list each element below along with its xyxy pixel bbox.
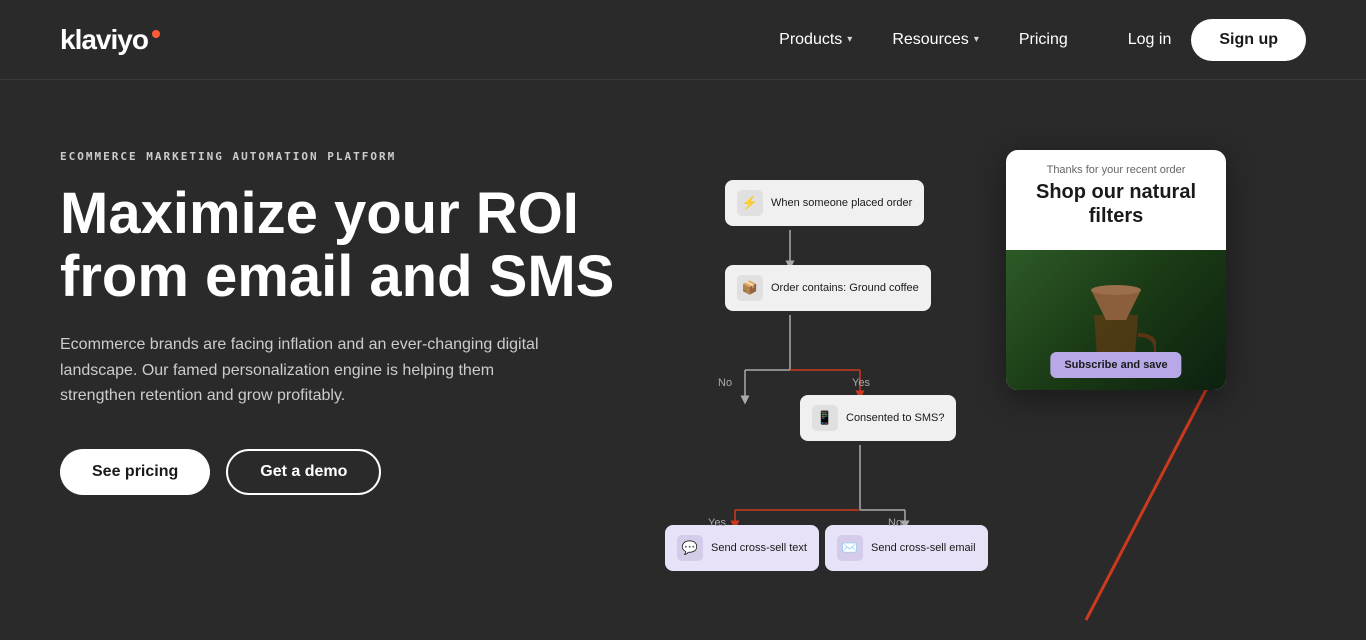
login-button[interactable]: Log in: [1128, 31, 1172, 49]
flow-diagram: ⚡ When someone placed order 📦 Order cont…: [660, 150, 1040, 640]
nav-products[interactable]: Products ▾: [779, 31, 852, 49]
node3-text: Consented to SMS?: [846, 411, 944, 425]
text-icon: 💬: [677, 535, 703, 561]
email-thanks-text: Thanks for your recent order: [1022, 164, 1210, 176]
nav-resources[interactable]: Resources ▾: [892, 31, 979, 49]
flow-node-3: 📱 Consented to SMS?: [800, 395, 956, 441]
label-no-2: No: [888, 517, 902, 529]
email-preview-card: Thanks for your recent order Shop our na…: [1006, 150, 1226, 390]
navigation: klaviyo Products ▾ Resources ▾ Pricing L…: [0, 0, 1366, 80]
email-card-title: Shop our natural filters: [1022, 180, 1210, 228]
node5-text: Send cross-sell email: [871, 541, 976, 555]
flow-node-2: 📦 Order contains: Ground coffee: [725, 265, 931, 311]
node1-text: When someone placed order: [771, 196, 912, 210]
label-no-1: No: [718, 377, 732, 389]
hero-visual: Thanks for your recent order Shop our na…: [660, 130, 1306, 640]
see-pricing-button[interactable]: See pricing: [60, 449, 210, 495]
email-card-header: Thanks for your recent order Shop our na…: [1006, 150, 1226, 250]
hero-section: ECOMMERCE MARKETING AUTOMATION PLATFORM …: [0, 80, 1366, 640]
flow-node-5: ✉️ Send cross-sell email: [825, 525, 988, 571]
chevron-down-icon: ▾: [974, 34, 979, 45]
flow-node-4: 💬 Send cross-sell text: [665, 525, 819, 571]
package-icon: 📦: [737, 275, 763, 301]
chevron-down-icon: ▾: [847, 34, 852, 45]
get-demo-button[interactable]: Get a demo: [226, 449, 381, 495]
label-yes-2: Yes: [708, 517, 726, 529]
hero-buttons: See pricing Get a demo: [60, 449, 620, 495]
nav-pricing[interactable]: Pricing: [1019, 31, 1068, 49]
hero-content: ECOMMERCE MARKETING AUTOMATION PLATFORM …: [60, 130, 620, 640]
node2-text: Order contains: Ground coffee: [771, 281, 919, 295]
hero-subtitle: Ecommerce brands are facing inflation an…: [60, 332, 540, 409]
subscribe-save-button[interactable]: Subscribe and save: [1050, 352, 1181, 378]
hero-title: Maximize your ROIfrom email and SMS: [60, 183, 620, 308]
email-icon: ✉️: [837, 535, 863, 561]
eyebrow-text: ECOMMERCE MARKETING AUTOMATION PLATFORM: [60, 150, 620, 163]
signup-button[interactable]: Sign up: [1191, 19, 1306, 61]
email-card-image: Subscribe and save: [1006, 250, 1226, 390]
sms-icon: 📱: [812, 405, 838, 431]
node4-text: Send cross-sell text: [711, 541, 807, 555]
flow-node-1: ⚡ When someone placed order: [725, 180, 924, 226]
nav-actions: Log in Sign up: [1128, 19, 1306, 61]
order-icon: ⚡: [737, 190, 763, 216]
nav-links: Products ▾ Resources ▾ Pricing: [779, 31, 1068, 49]
label-yes-1: Yes: [852, 377, 870, 389]
logo[interactable]: klaviyo: [60, 24, 160, 56]
